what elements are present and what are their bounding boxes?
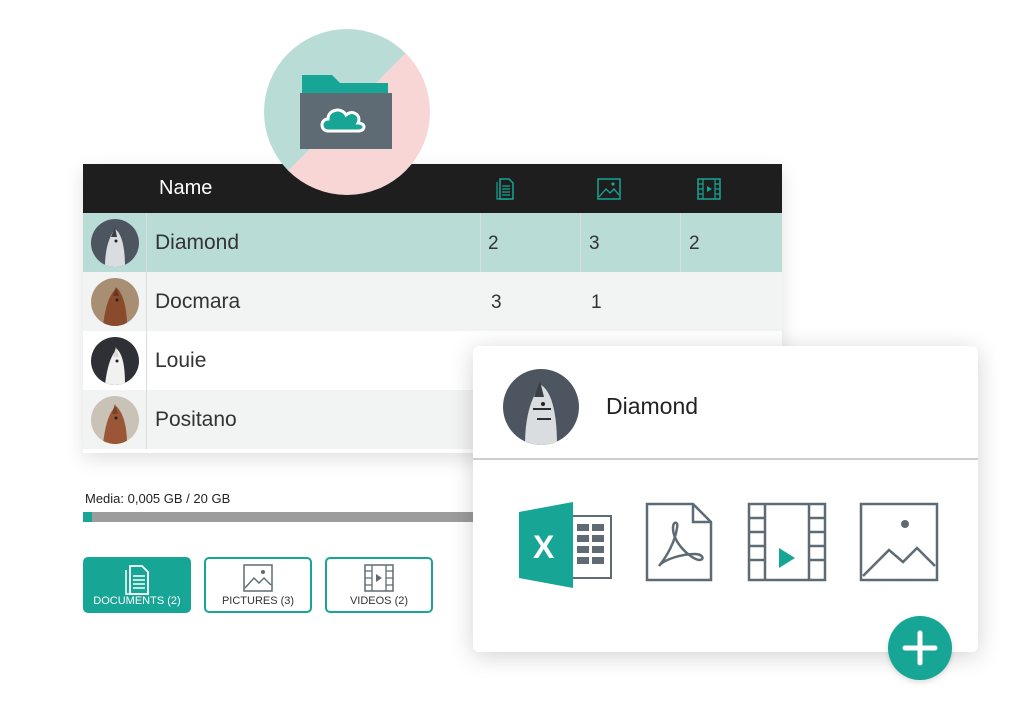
horse-avatar	[503, 369, 579, 445]
column-header-name[interactable]: Name	[159, 177, 212, 200]
horse-name[interactable]: Diamond	[155, 231, 239, 255]
media-usage-label: Media: 0,005 GB / 20 GB	[85, 491, 231, 506]
filter-documents-button[interactable]: DOCUMENTS (2)	[83, 557, 191, 613]
filter-videos-button[interactable]: VIDEOS (2)	[325, 557, 433, 613]
row-divider	[480, 213, 481, 272]
row-divider	[680, 213, 681, 272]
row-divider	[146, 390, 147, 449]
row-divider	[146, 213, 147, 272]
picture-icon	[243, 564, 273, 592]
picture-icon[interactable]	[597, 178, 621, 205]
pictures-count: 3	[589, 233, 600, 254]
video-icon	[364, 564, 394, 592]
filter-label: PICTURES (3)	[221, 595, 295, 607]
svg-text:X: X	[533, 529, 555, 565]
document-icon	[125, 565, 149, 595]
panel-divider	[473, 458, 978, 460]
row-divider	[146, 331, 147, 390]
horse-detail-panel: Diamond X	[473, 346, 978, 652]
table-row[interactable]: Docmara 3 1	[83, 272, 782, 331]
excel-icon[interactable]: X	[519, 502, 613, 593]
horse-avatar	[91, 337, 139, 385]
horse-name[interactable]: Louie	[155, 349, 206, 373]
filter-label: DOCUMENTS (2)	[93, 595, 181, 607]
videos-count: 2	[689, 233, 700, 254]
cloud-folder-badge	[264, 29, 430, 195]
video-file-icon[interactable]	[747, 502, 827, 587]
video-icon[interactable]	[697, 178, 721, 205]
horse-avatar	[91, 219, 139, 267]
horse-name[interactable]: Docmara	[155, 290, 240, 314]
documents-count: 2	[488, 233, 499, 254]
row-divider	[580, 213, 581, 272]
plus-icon	[902, 630, 938, 666]
filter-pictures-button[interactable]: PICTURES (3)	[204, 557, 312, 613]
pictures-count: 1	[591, 292, 602, 313]
table-row[interactable]: Diamond 2 3 2	[83, 213, 782, 272]
horse-avatar	[91, 396, 139, 444]
pdf-icon[interactable]	[645, 502, 713, 587]
filter-label: VIDEOS (2)	[349, 595, 409, 607]
document-icon[interactable]	[496, 178, 514, 205]
horse-name[interactable]: Positano	[155, 408, 237, 432]
add-file-button[interactable]	[888, 616, 952, 680]
horse-avatar	[91, 278, 139, 326]
table-header: Name	[83, 164, 782, 213]
image-file-icon[interactable]	[859, 502, 939, 587]
media-usage-fill	[83, 512, 92, 522]
media-usage-bar	[83, 512, 523, 522]
documents-count: 3	[491, 292, 502, 313]
cloud-folder-icon	[300, 75, 392, 149]
detail-horse-name: Diamond	[606, 393, 699, 419]
row-divider	[146, 272, 147, 331]
